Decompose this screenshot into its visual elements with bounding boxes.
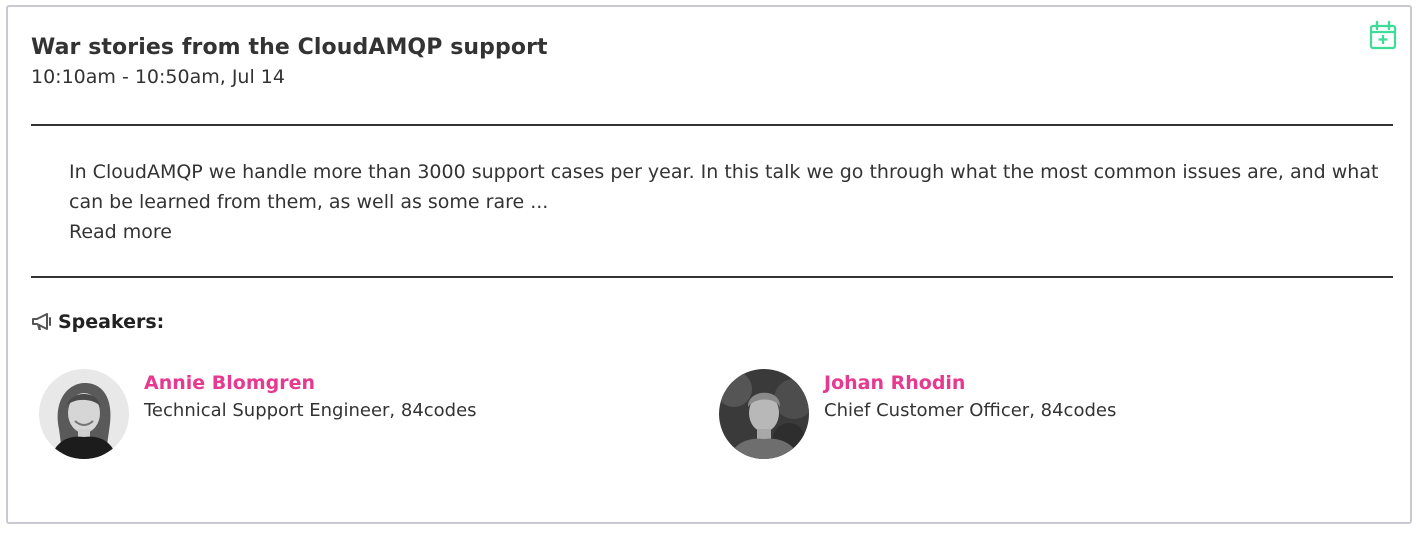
speaker-card: Annie Blomgren Technical Support Enginee… xyxy=(39,369,477,459)
read-more-link[interactable]: Read more xyxy=(69,217,1379,247)
speakers-heading: Speakers: xyxy=(31,311,164,333)
speaker-avatar[interactable] xyxy=(719,369,809,459)
session-time: 10:10am - 10:50am, Jul 14 xyxy=(31,66,285,88)
speaker-name[interactable]: Johan Rhodin xyxy=(824,372,1116,394)
megaphone-icon xyxy=(32,313,51,330)
speaker-card: Johan Rhodin Chief Customer Officer, 84c… xyxy=(719,369,1116,459)
speakers-heading-label: Speakers: xyxy=(58,311,165,333)
session-title: War stories from the CloudAMQP support xyxy=(31,35,548,60)
speaker-name[interactable]: Annie Blomgren xyxy=(144,372,477,394)
description-text: In CloudAMQP we handle more than 3000 su… xyxy=(69,161,1379,213)
speaker-role: Technical Support Engineer, 84codes xyxy=(144,400,477,421)
speaker-role: Chief Customer Officer, 84codes xyxy=(824,400,1117,421)
speaker-avatar[interactable] xyxy=(39,369,129,459)
header-divider xyxy=(31,124,1393,126)
session-header: War stories from the CloudAMQP support 1… xyxy=(31,35,548,88)
session-description: In CloudAMQP we handle more than 3000 su… xyxy=(69,157,1379,247)
description-divider xyxy=(31,276,1393,278)
calendar-add-icon[interactable] xyxy=(1368,20,1398,50)
session-card: War stories from the CloudAMQP support 1… xyxy=(6,5,1412,524)
